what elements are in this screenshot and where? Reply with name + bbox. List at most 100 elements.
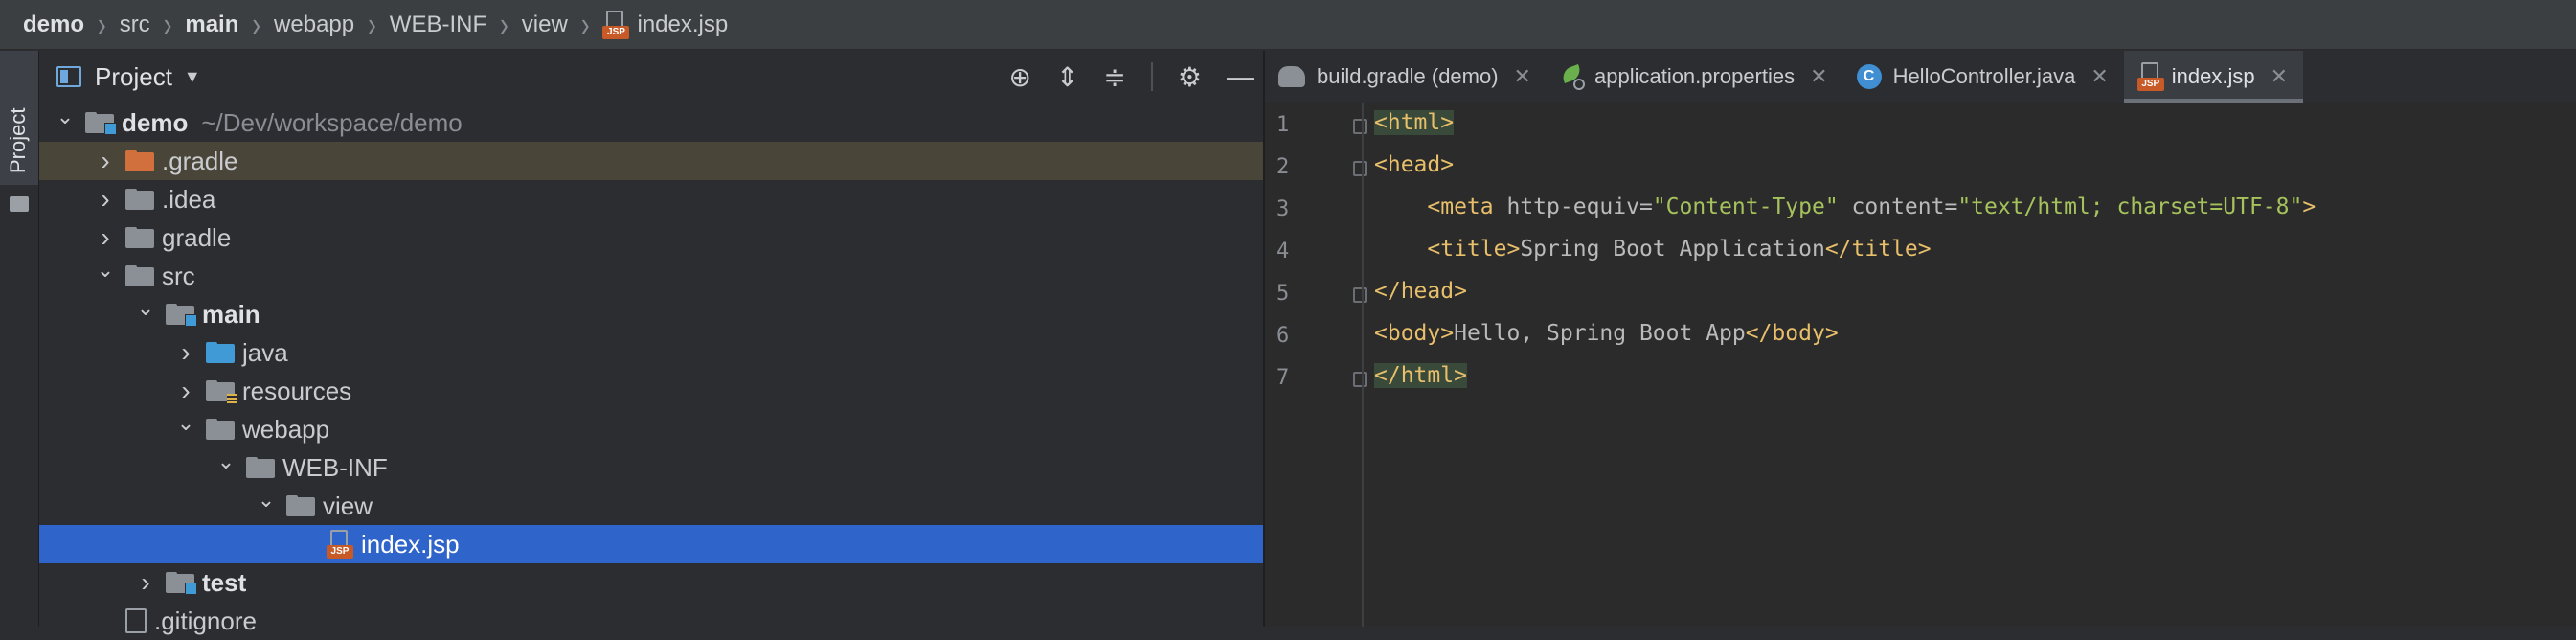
tree-item-java[interactable]: › java: [39, 333, 1263, 372]
chevron-right-icon: ›: [368, 3, 376, 44]
chevron-right-icon[interactable]: ›: [135, 567, 156, 598]
close-icon[interactable]: ✕: [1514, 64, 1531, 89]
code-token: </body>: [1745, 321, 1839, 346]
code-token: content=: [1838, 194, 1958, 219]
close-icon[interactable]: ✕: [1810, 64, 1827, 89]
line-number: 3: [1277, 197, 1290, 221]
breadcrumb-item-label: index.jsp: [637, 11, 729, 37]
project-panel: Project ▼ ⊕ ⇕ ≑ ⚙ — ⌄ demo ~/Dev/workspace…: [39, 51, 1265, 635]
tab-label: application.properties: [1593, 64, 1796, 88]
breadcrumb-item-web-inf[interactable]: WEB-INF: [390, 11, 486, 38]
line-number: 6: [1277, 324, 1290, 348]
chevron-down-icon[interactable]: ⌄: [256, 488, 277, 513]
chevron-right-icon: ›: [163, 3, 172, 44]
tree-item-src[interactable]: ⌄ src: [39, 257, 1263, 295]
jsp-file-icon: JSP: [327, 530, 353, 559]
tab-index-jsp[interactable]: JSP index.jsp ✕: [2123, 51, 2304, 103]
tree-item-path: ~/Dev/workspace/demo: [201, 107, 463, 137]
close-icon[interactable]: ✕: [2090, 64, 2108, 89]
chevron-right-icon[interactable]: ›: [95, 146, 116, 176]
chevron-right-icon[interactable]: ›: [175, 376, 196, 406]
tab-hello-controller[interactable]: C HelloController.java ✕: [1843, 51, 2124, 103]
collapse-all-icon[interactable]: ≑: [1103, 61, 1125, 93]
code-token: </head>: [1374, 279, 1467, 304]
code-line: <title>Spring Boot Application</title>: [1374, 234, 1932, 264]
code-editor[interactable]: 1 2 3 4 5 6 7 <html> <head> <meta http-equiv="C…: [1265, 103, 2576, 627]
tab-application-properties[interactable]: application.properties ✕: [1547, 51, 1843, 103]
chevron-right-icon[interactable]: ›: [95, 184, 116, 215]
code-token: </title>: [1824, 237, 1932, 262]
minimize-icon[interactable]: —: [1227, 61, 1254, 92]
tab-build-gradle[interactable]: build.gradle (demo) ✕: [1265, 51, 1547, 103]
breadcrumb-item-src[interactable]: src: [120, 11, 150, 38]
tree-item-gradle[interactable]: › .gradle: [39, 142, 1263, 180]
editor-gutter[interactable]: 1 2 3 4 5 6 7: [1265, 103, 1367, 627]
folder-icon[interactable]: [10, 196, 29, 212]
chevron-down-icon[interactable]: ⌄: [215, 449, 237, 474]
breadcrumb-item-view[interactable]: view: [522, 11, 568, 38]
project-panel-title[interactable]: Project: [95, 62, 172, 92]
chevron-right-icon: ›: [580, 3, 590, 44]
fold-marker-icon[interactable]: [1353, 119, 1367, 134]
chevron-right-icon: ›: [500, 3, 508, 44]
tree-item-main[interactable]: ⌄ main: [39, 295, 1263, 333]
chevron-down-icon[interactable]: ⌄: [95, 258, 116, 283]
toolbar-divider: [1150, 62, 1153, 91]
tree-item-label: webapp: [242, 414, 330, 444]
tab-label: index.jsp: [2171, 64, 2255, 88]
code-token: http-equiv=: [1506, 194, 1653, 219]
tree-item-gradle[interactable]: › gradle: [39, 218, 1263, 257]
code-token: <body>: [1374, 321, 1455, 346]
tree-item-label: .gitignore: [154, 606, 257, 635]
fold-marker-icon[interactable]: [1353, 372, 1367, 387]
code-line: <head>: [1374, 149, 1454, 180]
tree-item-idea[interactable]: › .idea: [39, 180, 1263, 218]
code-line: <body>Hello, Spring Boot App</body>: [1374, 318, 1839, 349]
tree-item-resources[interactable]: › resources: [39, 372, 1263, 410]
project-tool-window-tab[interactable]: Project: [0, 51, 38, 185]
tree-item-web-inf[interactable]: ⌄ WEB-INF: [39, 448, 1263, 487]
tree-item-gitignore[interactable]: .gitignore: [39, 602, 1263, 640]
chevron-right-icon[interactable]: ›: [95, 222, 116, 253]
tree-item-label: WEB-INF: [282, 452, 388, 482]
breadcrumb-item-webapp[interactable]: webapp: [274, 11, 354, 38]
chevron-down-icon[interactable]: ▼: [184, 67, 201, 87]
close-icon[interactable]: ✕: [2271, 64, 2288, 89]
expand-all-icon[interactable]: ⇕: [1056, 61, 1078, 93]
tree-item-view[interactable]: ⌄ view: [39, 487, 1263, 525]
breadcrumb-item-main[interactable]: main: [185, 11, 238, 38]
chevron-down-icon[interactable]: ⌄: [55, 104, 76, 129]
tree-item-label: test: [202, 567, 247, 597]
locate-icon[interactable]: ⊕: [1008, 61, 1030, 93]
jsp-file-icon: JSP: [602, 10, 630, 39]
fold-marker-icon[interactable]: [1353, 287, 1367, 303]
breadcrumb-item-index-jsp[interactable]: JSP index.jsp: [602, 10, 729, 39]
line-number: 4: [1277, 240, 1290, 263]
tree-item-webapp[interactable]: ⌄ webapp: [39, 410, 1263, 448]
tree-item-label: src: [162, 261, 195, 290]
breadcrumb-item-demo[interactable]: demo: [23, 11, 84, 38]
tree-item-label: main: [202, 299, 260, 329]
code-token: <title>: [1427, 237, 1521, 262]
tree-item-label: view: [323, 491, 373, 520]
fold-marker-icon[interactable]: [1353, 161, 1367, 176]
tree-item-label: resources: [242, 376, 352, 405]
tree-item-label: .idea: [162, 184, 216, 214]
orange-folder-icon: [125, 150, 154, 171]
tree-item-demo[interactable]: ⌄ demo ~/Dev/workspace/demo: [39, 103, 1263, 142]
tree-item-test[interactable]: › test: [39, 563, 1263, 602]
code-token: Spring Boot Application: [1520, 237, 1825, 262]
module-folder-icon: [166, 572, 197, 595]
project-panel-header: Project ▼ ⊕ ⇕ ≑ ⚙ —: [39, 51, 1263, 103]
chevron-down-icon[interactable]: ⌄: [175, 411, 196, 436]
chevron-right-icon[interactable]: ›: [175, 337, 196, 368]
tree-item-label: demo: [122, 107, 189, 137]
module-folder-icon: [85, 112, 117, 135]
code-token: >: [2302, 194, 2316, 219]
chevron-down-icon[interactable]: ⌄: [135, 296, 156, 321]
code-token: <head>: [1374, 152, 1455, 177]
tree-item-index-jsp[interactable]: JSP index.jsp: [39, 525, 1263, 563]
resources-folder-icon: [206, 380, 237, 404]
gear-icon[interactable]: ⚙: [1178, 61, 1202, 93]
